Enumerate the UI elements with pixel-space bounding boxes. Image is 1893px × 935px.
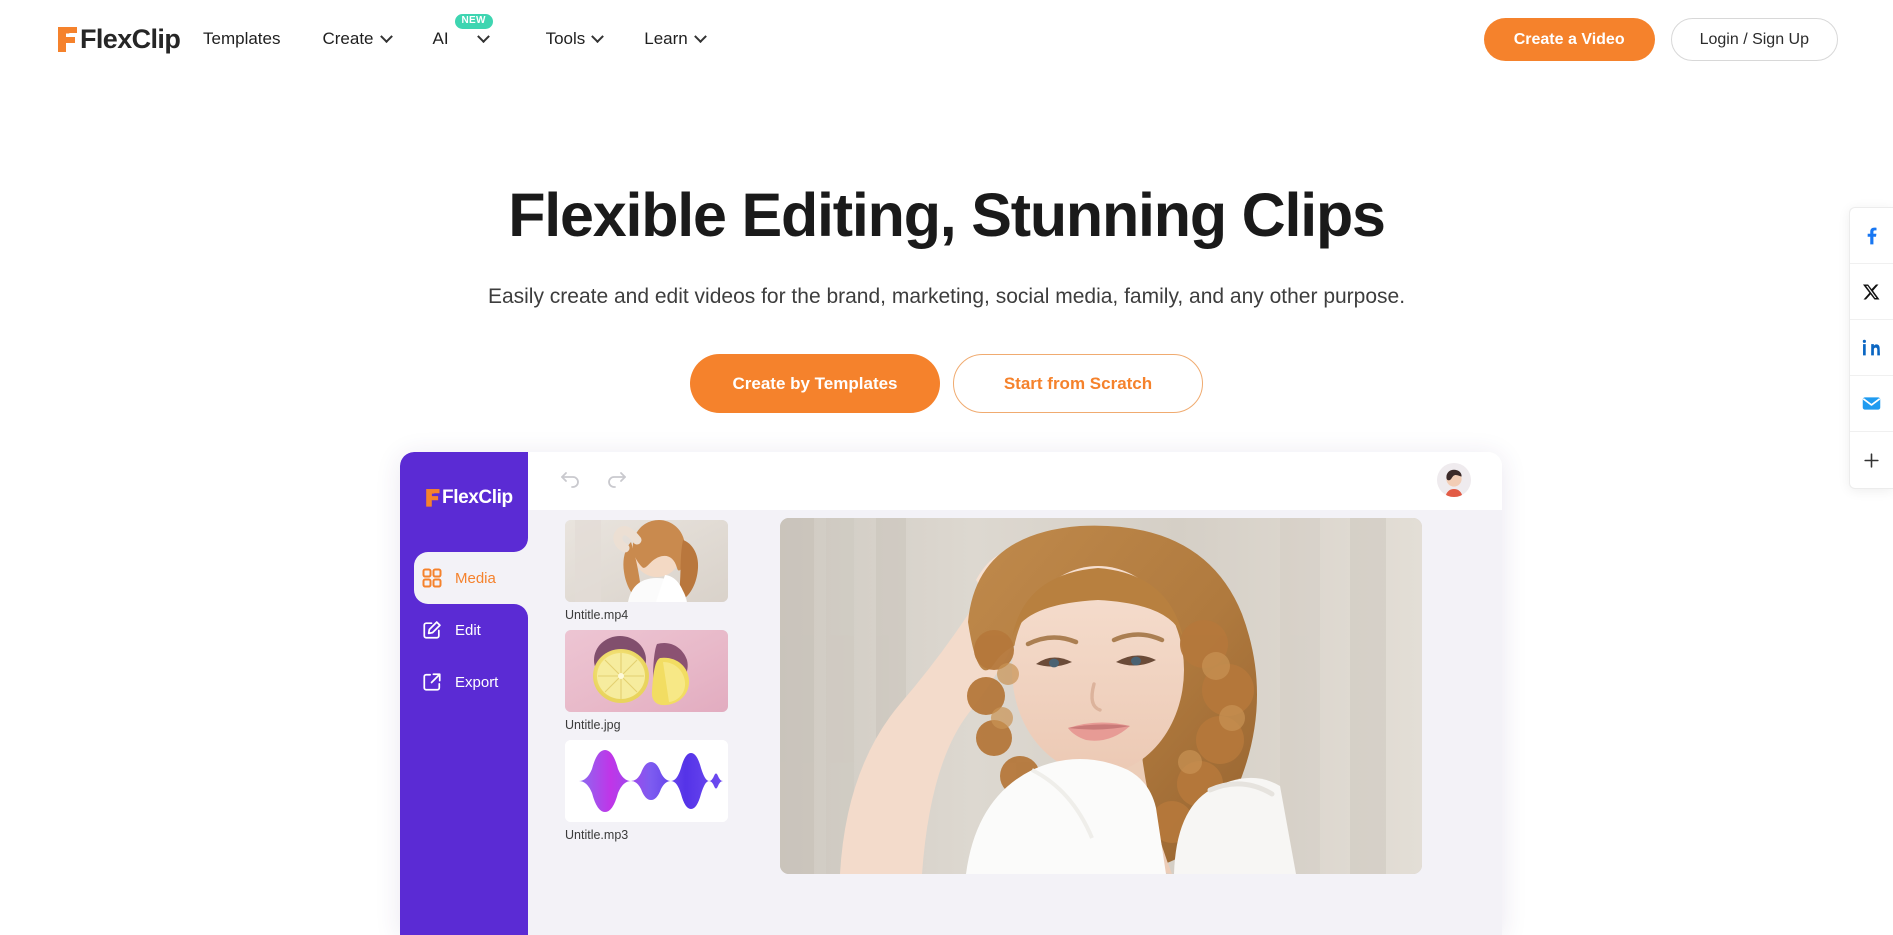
sidebar-item-export[interactable]: Export — [400, 656, 528, 708]
login-signup-button[interactable]: Login / Sign Up — [1670, 18, 1838, 61]
sidebar-item-media[interactable]: Media — [414, 538, 528, 618]
sidebar-label-export: Export — [455, 673, 499, 691]
mockup-logo: FlexClip — [424, 487, 513, 508]
create-a-video-button[interactable]: Create a Video — [1483, 18, 1655, 61]
video-thumbnail-art — [565, 520, 728, 602]
avatar[interactable] — [1437, 463, 1471, 497]
video-preview[interactable] — [780, 518, 1422, 874]
nav-item-ai[interactable]: AI NEW — [432, 0, 493, 78]
chevron-down-icon — [693, 29, 707, 43]
nav-label-create: Create — [322, 29, 374, 48]
flexclip-logo[interactable]: FlexClip — [55, 19, 181, 59]
hero-subtitle: Easily create and edit videos for the br… — [487, 285, 1406, 309]
media-item-image[interactable]: Untitle.jpg — [565, 630, 728, 732]
share-more-button[interactable] — [1850, 432, 1893, 488]
user-avatar-icon — [1437, 463, 1471, 497]
sidebar-label-edit: Edit — [455, 621, 481, 639]
tab-notch-top — [514, 538, 528, 552]
image-thumbnail-art — [565, 630, 728, 712]
media-item-video[interactable]: Untitle.mp4 — [565, 520, 728, 622]
nav-item-tools[interactable]: Tools — [545, 0, 605, 78]
start-from-scratch-button[interactable]: Start from Scratch — [953, 354, 1203, 414]
nav-item-learn[interactable]: Learn — [644, 0, 707, 78]
x-twitter-icon — [1862, 284, 1879, 299]
media-item-audio[interactable]: Untitle.mp3 — [565, 740, 728, 842]
export-arrow-icon — [423, 673, 441, 691]
sidebar-item-edit[interactable]: Edit — [400, 604, 528, 656]
audio-waveform-art — [565, 740, 728, 822]
share-facebook-button[interactable] — [1850, 208, 1893, 264]
redo-arrow-icon[interactable] — [605, 468, 629, 492]
flexclip-f-icon — [58, 27, 77, 52]
header-actions: Create a Video Login / Sign Up — [1483, 18, 1838, 61]
audio-waveform-thumbnail — [565, 740, 728, 822]
share-email-button[interactable] — [1850, 376, 1893, 432]
media-label-image: Untitle.jpg — [565, 718, 621, 732]
video-thumbnail — [565, 520, 728, 602]
share-linkedin-button[interactable] — [1850, 320, 1893, 376]
nav-label-ai: AI — [432, 29, 449, 48]
undo-arrow-icon[interactable] — [558, 468, 582, 492]
media-label-video: Untitle.mp4 — [565, 608, 629, 622]
hero-section: Flexible Editing, Stunning Clips Easily … — [0, 78, 1893, 414]
plus-more-icon — [1864, 452, 1879, 468]
chevron-down-icon — [476, 29, 490, 43]
chevron-down-icon — [379, 29, 393, 43]
mockup-logo-wordmark: FlexClip — [442, 487, 513, 508]
mockup-sidebar: FlexClip Media Edit Export — [400, 452, 528, 935]
nav-label-learn: Learn — [644, 29, 688, 48]
nav-item-create[interactable]: Create — [322, 0, 393, 78]
main-navigation: Templates Create AI NEW Tools Learn — [203, 0, 707, 78]
email-icon — [1862, 397, 1881, 410]
nav-label-tools: Tools — [545, 29, 586, 48]
mockup-toolbar — [400, 452, 1502, 510]
grid-squares-icon — [422, 568, 442, 588]
video-preview-art — [780, 518, 1422, 874]
image-thumbnail — [565, 630, 728, 712]
nav-label-templates: Templates — [203, 29, 281, 48]
hero-title: Flexible Editing, Stunning Clips — [508, 181, 1386, 249]
facebook-icon — [1867, 227, 1876, 244]
social-share-rail — [1849, 207, 1893, 489]
media-library-panel: Untitle.mp4 Untitle.jpg Untitle.mp3 — [528, 510, 743, 935]
nav-item-templates[interactable]: Templates — [203, 0, 280, 78]
pencil-square-icon — [423, 621, 441, 639]
mockup-workspace: Untitle.mp4 Untitle.jpg Untitle.mp3 — [528, 510, 1502, 935]
logo-wordmark: FlexClip — [80, 23, 181, 54]
media-label-audio: Untitle.mp3 — [565, 828, 629, 842]
sidebar-label-media: Media — [455, 569, 496, 587]
flexclip-f-icon — [426, 489, 440, 507]
chevron-down-icon — [591, 29, 605, 43]
new-badge: NEW — [454, 14, 493, 29]
site-header: FlexClip Templates Create AI NEW Tools L… — [0, 0, 1893, 78]
create-by-templates-button[interactable]: Create by Templates — [690, 354, 940, 414]
mockup-sidebar-nav: Media Edit Export — [400, 538, 528, 708]
linkedin-icon — [1862, 339, 1880, 356]
preview-area — [780, 510, 1502, 935]
hero-cta-group: Create by Templates Start from Scratch — [0, 354, 1893, 414]
editor-mockup: FlexClip Media Edit Export Untitle.mp4 U… — [400, 452, 1502, 935]
share-x-button[interactable] — [1850, 264, 1893, 320]
